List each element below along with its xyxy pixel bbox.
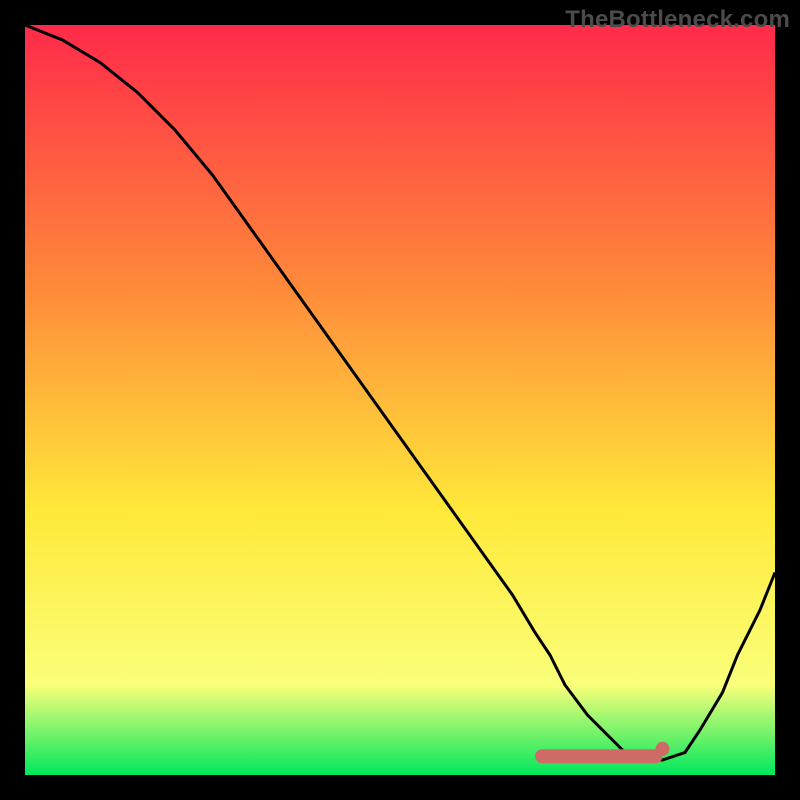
watermark-text: TheBottleneck.com [565, 6, 790, 34]
plot-area [25, 25, 775, 775]
optimal-range-band [535, 749, 663, 763]
optimal-point-dot [656, 742, 670, 756]
chart-svg [25, 25, 775, 775]
chart-container: TheBottleneck.com [0, 0, 800, 800]
gradient-background [25, 25, 775, 775]
